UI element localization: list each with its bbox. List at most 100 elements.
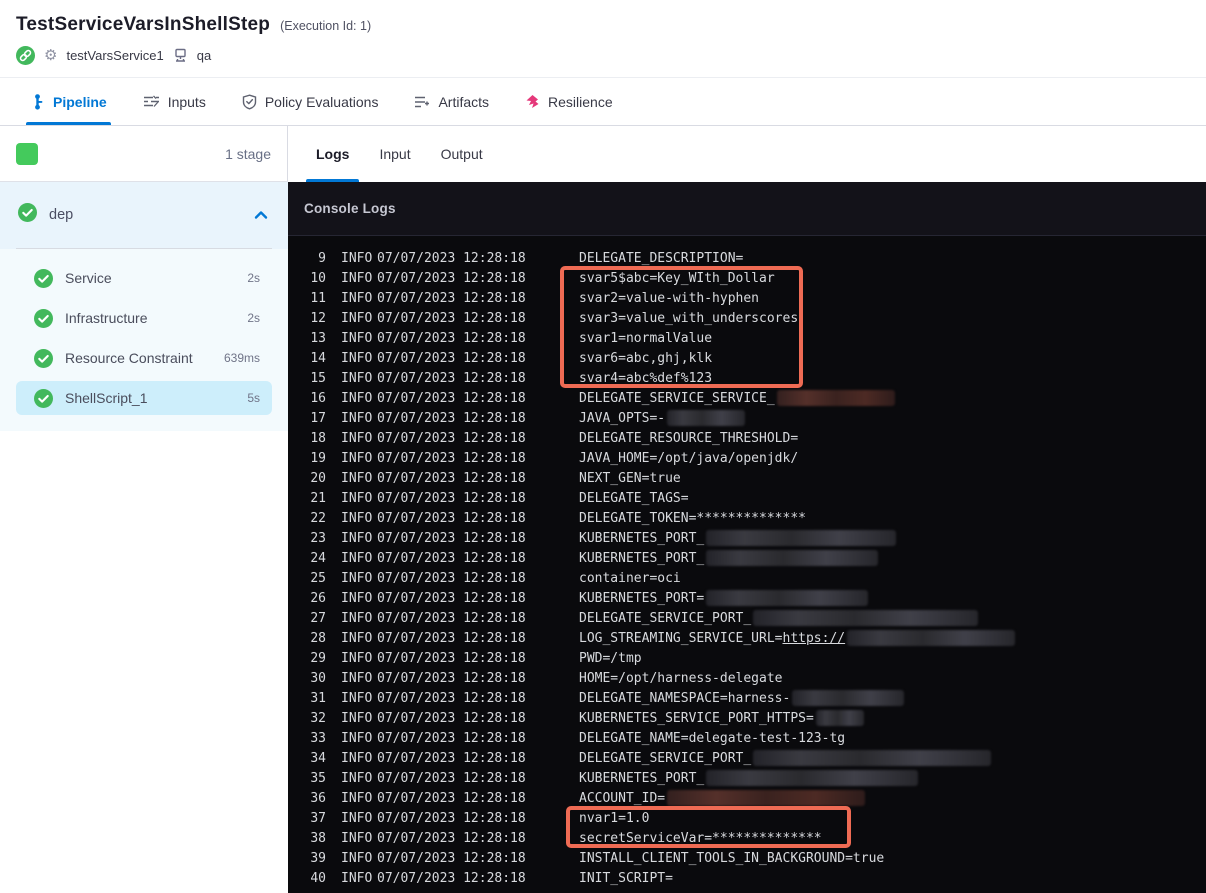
log-line: 13 INFO 07/07/2023 12:28:18 svar1=normalVal… xyxy=(300,328,1206,348)
log-text: svar5$abc=Key_WIth_Dollar xyxy=(579,270,775,286)
log-text: DELEGATE_SERVICE_SERVICE_ xyxy=(579,390,775,406)
log-line: 20 INFO 07/07/2023 12:28:18 NEXT_GEN=true xyxy=(300,468,1206,488)
policy-icon xyxy=(242,93,257,110)
step-row-shellscript-1[interactable]: ShellScript_1 5s xyxy=(16,381,272,415)
step-row-service[interactable]: Service 2s xyxy=(16,261,272,295)
log-line: 15 INFO 07/07/2023 12:28:18 svar4=abc%def%1… xyxy=(300,368,1206,388)
log-text: PWD=/tmp xyxy=(579,650,642,666)
log-line: 25 INFO 07/07/2023 12:28:18 container=oci xyxy=(300,568,1206,588)
main-panel: Logs Input Output Console Logs 9 INFO 07/07/… xyxy=(288,126,1206,893)
tab-label: Artifacts xyxy=(438,93,490,110)
log-line-number: 15 xyxy=(310,370,326,386)
log-level: INFO xyxy=(341,530,373,546)
log-message: DELEGATE_DESCRIPTION= xyxy=(579,251,743,266)
log-line-number: 37 xyxy=(310,810,326,826)
log-line-number: 27 xyxy=(310,610,326,626)
log-line-number: 24 xyxy=(310,550,326,566)
step-name: Service xyxy=(65,270,112,286)
log-timestamp: 07/07/2023 12:28:18 xyxy=(377,710,526,726)
redaction-block xyxy=(667,790,866,806)
tab-input[interactable]: Input xyxy=(379,126,410,182)
log-message: svar6=abc,ghj,klk xyxy=(579,351,712,366)
log-level: INFO xyxy=(341,290,373,306)
main-tabs: Pipeline Inputs Policy Evaluations Artifact… xyxy=(0,78,1206,126)
app-window: TestServiceVarsInShellStep (Execution Id… xyxy=(0,0,1206,893)
log-timestamp: 07/07/2023 12:28:18 xyxy=(377,330,526,346)
log-timestamp: 07/07/2023 12:28:18 xyxy=(377,350,526,366)
stage-group-row[interactable]: dep xyxy=(0,182,288,248)
stage-group-name: dep xyxy=(49,207,74,223)
log-text: svar2=value-with-hyphen xyxy=(579,290,760,306)
log-timestamp: 07/07/2023 12:28:18 xyxy=(377,610,526,626)
log-text: KUBERNETES_PORT_ xyxy=(579,550,705,566)
log-level: INFO xyxy=(341,850,373,866)
log-timestamp: 07/07/2023 12:28:18 xyxy=(377,530,526,546)
log-message: NEXT_GEN=true xyxy=(579,471,681,486)
step-row-infrastructure[interactable]: Infrastructure 2s xyxy=(16,301,272,335)
log-line-number: 18 xyxy=(310,430,326,446)
log-timestamp: 07/07/2023 12:28:18 xyxy=(377,770,526,786)
environment-icon xyxy=(173,48,188,63)
execution-id: (Execution Id: 1) xyxy=(280,19,372,33)
tab-inputs[interactable]: Inputs xyxy=(143,78,206,125)
step-duration: 5s xyxy=(247,391,260,405)
console-log-list[interactable]: 9 INFO 07/07/2023 12:28:18 DELEGATE_DESCRIP… xyxy=(288,236,1206,893)
log-level: INFO xyxy=(341,410,373,426)
log-level: INFO xyxy=(341,650,373,666)
log-message: HOME=/opt/harness-delegate xyxy=(579,671,783,686)
tab-pipeline[interactable]: Pipeline xyxy=(26,78,111,125)
redaction-block xyxy=(706,590,869,606)
log-line: 12 INFO 07/07/2023 12:28:18 svar3=value_wit… xyxy=(300,308,1206,328)
log-tabs: Logs Input Output xyxy=(288,126,1206,182)
log-line: 29 INFO 07/07/2023 12:28:18 PWD=/tmp xyxy=(300,648,1206,668)
tab-output[interactable]: Output xyxy=(441,126,483,182)
log-line: 17 INFO 07/07/2023 12:28:18 JAVA_OPTS=- xyxy=(300,408,1206,428)
log-level: INFO xyxy=(341,870,373,886)
log-level: INFO xyxy=(341,330,373,346)
log-text: KUBERNETES_PORT= xyxy=(579,590,705,606)
log-line: 31 INFO 07/07/2023 12:28:18 DELEGATE_NAMESP… xyxy=(300,688,1206,708)
log-text: nvar1=1.0 xyxy=(579,810,650,826)
log-text: svar3=value_with_underscores xyxy=(579,310,799,326)
redaction-block xyxy=(706,550,879,566)
log-line-number: 36 xyxy=(310,790,326,806)
log-timestamp: 07/07/2023 12:28:18 xyxy=(377,550,526,566)
tab-artifacts[interactable]: Artifacts xyxy=(414,78,489,125)
step-duration: 2s xyxy=(247,311,260,325)
log-timestamp: 07/07/2023 12:28:18 xyxy=(377,870,526,886)
log-message: svar4=abc%def%123 xyxy=(579,371,712,386)
log-line-number: 14 xyxy=(310,350,326,366)
log-line: 11 INFO 07/07/2023 12:28:18 svar2=value-wit… xyxy=(300,288,1206,308)
tab-resilience[interactable]: Resilience xyxy=(525,78,613,125)
tab-logs[interactable]: Logs xyxy=(305,126,361,182)
log-line: 24 INFO 07/07/2023 12:28:18 KUBERNETES_PORT… xyxy=(300,548,1206,568)
log-timestamp: 07/07/2023 12:28:18 xyxy=(377,510,526,526)
log-link[interactable]: https:// xyxy=(783,631,846,646)
log-line-number: 12 xyxy=(310,310,326,326)
log-timestamp: 07/07/2023 12:28:18 xyxy=(377,810,526,826)
log-level: INFO xyxy=(341,690,373,706)
log-line-number: 9 xyxy=(318,250,326,266)
log-timestamp: 07/07/2023 12:28:18 xyxy=(377,630,526,646)
log-line: 18 INFO 07/07/2023 12:28:18 DELEGATE_RESOUR… xyxy=(300,428,1206,448)
log-line: 36 INFO 07/07/2023 12:28:18 ACCOUNT_ID= xyxy=(300,788,1206,808)
log-timestamp: 07/07/2023 12:28:18 xyxy=(377,850,526,866)
step-name: Resource Constraint xyxy=(65,350,193,366)
tab-label: Pipeline xyxy=(53,93,107,110)
log-line-number: 13 xyxy=(310,330,326,346)
step-duration: 2s xyxy=(247,271,260,285)
log-message: secretServiceVar=************** xyxy=(579,831,822,846)
step-row-resource-constraint[interactable]: Resource Constraint 639ms xyxy=(16,341,272,375)
console-panel: Console Logs 9 INFO 07/07/2023 12:28:18 DEL… xyxy=(288,182,1206,893)
log-timestamp: 07/07/2023 12:28:18 xyxy=(377,730,526,746)
chevron-up-icon[interactable] xyxy=(254,209,268,221)
log-message: DELEGATE_RESOURCE_THRESHOLD= xyxy=(579,431,798,446)
log-line-number: 26 xyxy=(310,590,326,606)
service-link-icon xyxy=(16,46,35,65)
log-message: svar3=value_with_underscores xyxy=(579,311,798,326)
stage-card: dep Service 2s Infrastructure 2s Resource Co… xyxy=(0,182,288,431)
log-level: INFO xyxy=(341,630,373,646)
tab-policy-evaluations[interactable]: Policy Evaluations xyxy=(242,78,378,125)
log-line: 26 INFO 07/07/2023 12:28:18 KUBERNETES_PORT… xyxy=(300,588,1206,608)
log-level: INFO xyxy=(341,390,373,406)
